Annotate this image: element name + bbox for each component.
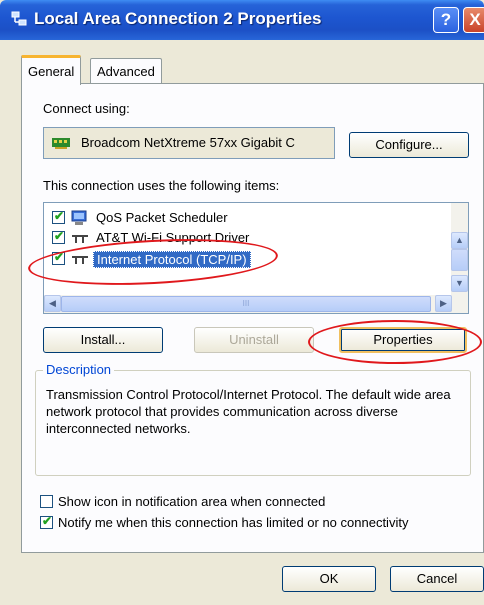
scroll-thumb[interactable] bbox=[451, 249, 468, 271]
items-label: This connection uses the following items… bbox=[43, 178, 280, 193]
adapter-name: Broadcom NetXtreme 57xx Gigabit C bbox=[81, 135, 295, 150]
item-label: QoS Packet Scheduler bbox=[96, 210, 228, 225]
panel-content: Connect using: Broadcom NetXtreme 57xx G… bbox=[0, 0, 484, 605]
description-title: Description bbox=[43, 362, 115, 377]
network-protocol-icon bbox=[72, 235, 88, 243]
ok-button-label: OK bbox=[319, 571, 339, 586]
uninstall-button-label: Uninstall bbox=[229, 332, 279, 347]
notify-label: Notify me when this connection has limit… bbox=[58, 515, 409, 530]
cancel-button[interactable]: Cancel bbox=[390, 566, 484, 592]
properties-button-label: Properties bbox=[373, 332, 433, 347]
properties-button[interactable]: Properties bbox=[339, 327, 467, 353]
item-label: AT&T Wi-Fi Support Driver bbox=[96, 230, 250, 245]
scroll-left-icon[interactable]: ◀ bbox=[44, 295, 61, 312]
configure-button-label: Configure... bbox=[375, 137, 443, 152]
item-checkbox[interactable]: ✔ bbox=[52, 229, 65, 244]
notify-checkbox[interactable]: ✔ bbox=[40, 514, 53, 529]
install-button[interactable]: Install... bbox=[43, 327, 163, 353]
vertical-scrollbar[interactable]: ▲ ▼ bbox=[451, 203, 468, 295]
scroll-down-icon[interactable]: ▼ bbox=[451, 275, 468, 292]
item-label: Internet Protocol (TCP/IP) bbox=[93, 251, 251, 268]
adapter-field: Broadcom NetXtreme 57xx Gigabit C bbox=[43, 127, 335, 159]
ok-button[interactable]: OK bbox=[282, 566, 376, 592]
item-checkbox[interactable]: ✔ bbox=[52, 250, 65, 265]
list-item[interactable]: ✔ AT&T Wi-Fi Support Driver bbox=[52, 228, 432, 248]
show-icon-checkbox[interactable] bbox=[40, 495, 53, 508]
network-adapter-icon bbox=[52, 138, 70, 149]
configure-button[interactable]: Configure... bbox=[349, 132, 469, 158]
install-button-label: Install... bbox=[80, 332, 126, 347]
item-checkbox[interactable]: ✔ bbox=[52, 209, 65, 224]
notify-option[interactable]: ✔ Notify me when this connection has lim… bbox=[40, 514, 480, 532]
show-icon-option[interactable]: Show icon in notification area when conn… bbox=[40, 493, 460, 511]
scheduler-icon bbox=[71, 210, 87, 225]
uninstall-button[interactable]: Uninstall bbox=[194, 327, 314, 353]
description-text: Transmission Control Protocol/Internet P… bbox=[46, 387, 451, 436]
horizontal-scroll-thumb[interactable]: III bbox=[61, 296, 431, 312]
list-item-selected[interactable]: ✔ Internet Protocol (TCP/IP) bbox=[52, 249, 432, 269]
horizontal-scrollbar[interactable]: ◀ III ▶ bbox=[44, 295, 468, 313]
scroll-right-icon[interactable]: ▶ bbox=[435, 295, 452, 312]
scroll-up-icon[interactable]: ▲ bbox=[451, 232, 468, 249]
network-protocol-icon bbox=[72, 256, 88, 264]
show-icon-label: Show icon in notification area when conn… bbox=[58, 494, 326, 509]
properties-dialog: Local Area Connection 2 Properties ? X G… bbox=[0, 0, 484, 605]
items-list[interactable]: ✔ QoS Packet Scheduler ✔ AT&T Wi-Fi Supp… bbox=[43, 202, 469, 314]
list-item[interactable]: ✔ QoS Packet Scheduler bbox=[52, 208, 432, 228]
cancel-button-label: Cancel bbox=[416, 571, 458, 586]
connect-using-label: Connect using: bbox=[43, 101, 130, 116]
